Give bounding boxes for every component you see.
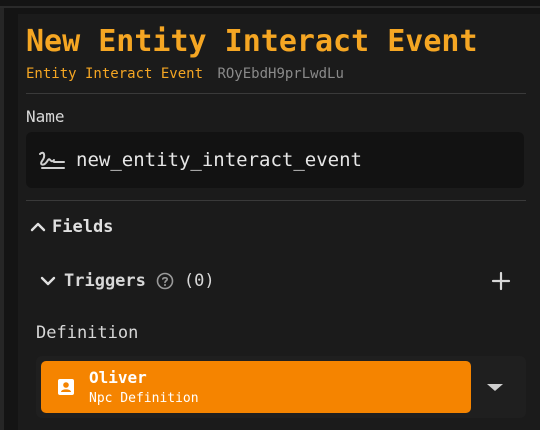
plus-icon[interactable]	[488, 268, 514, 294]
definition-selector: Oliver Npc Definition	[36, 356, 526, 418]
entry-meta: Entity Interact Event ROyEbdH9prLwdLu	[26, 64, 344, 84]
entry-id-label[interactable]: ROyEbdH9prLwdLu	[217, 66, 343, 82]
chevron-down-icon	[40, 276, 56, 286]
fields-label: Fields	[52, 217, 114, 237]
name-divider	[26, 200, 526, 201]
entry-type-label: Entity Interact Event	[26, 66, 204, 82]
definition-title: Oliver	[89, 368, 147, 387]
definition-subtitle: Npc Definition	[89, 391, 199, 406]
caret-down-icon[interactable]	[482, 374, 508, 400]
header-divider	[26, 93, 526, 94]
name-label: Name	[26, 107, 65, 126]
definition-chip[interactable]: Oliver Npc Definition	[41, 361, 471, 413]
triggers-count: (0)	[183, 271, 215, 291]
page-title: New Entity Interact Event	[26, 24, 478, 59]
chevron-up-icon	[30, 222, 46, 232]
help-circle-icon[interactable]	[156, 272, 174, 290]
definition-label: Definition	[36, 323, 139, 343]
contact-card-icon	[58, 379, 74, 395]
triggers-label: Triggers	[64, 271, 146, 291]
name-input[interactable]: new_entity_interact_event	[76, 148, 362, 172]
top-divider	[0, 6, 540, 8]
left-scroll-edge	[0, 8, 4, 430]
name-field[interactable]: new_entity_interact_event	[26, 132, 524, 188]
triggers-toggle[interactable]: Triggers (0)	[40, 268, 215, 294]
signature-icon	[39, 151, 65, 169]
editor-window: New Entity Interact Event Entity Interac…	[0, 0, 540, 430]
fields-toggle[interactable]: Fields	[30, 214, 113, 240]
